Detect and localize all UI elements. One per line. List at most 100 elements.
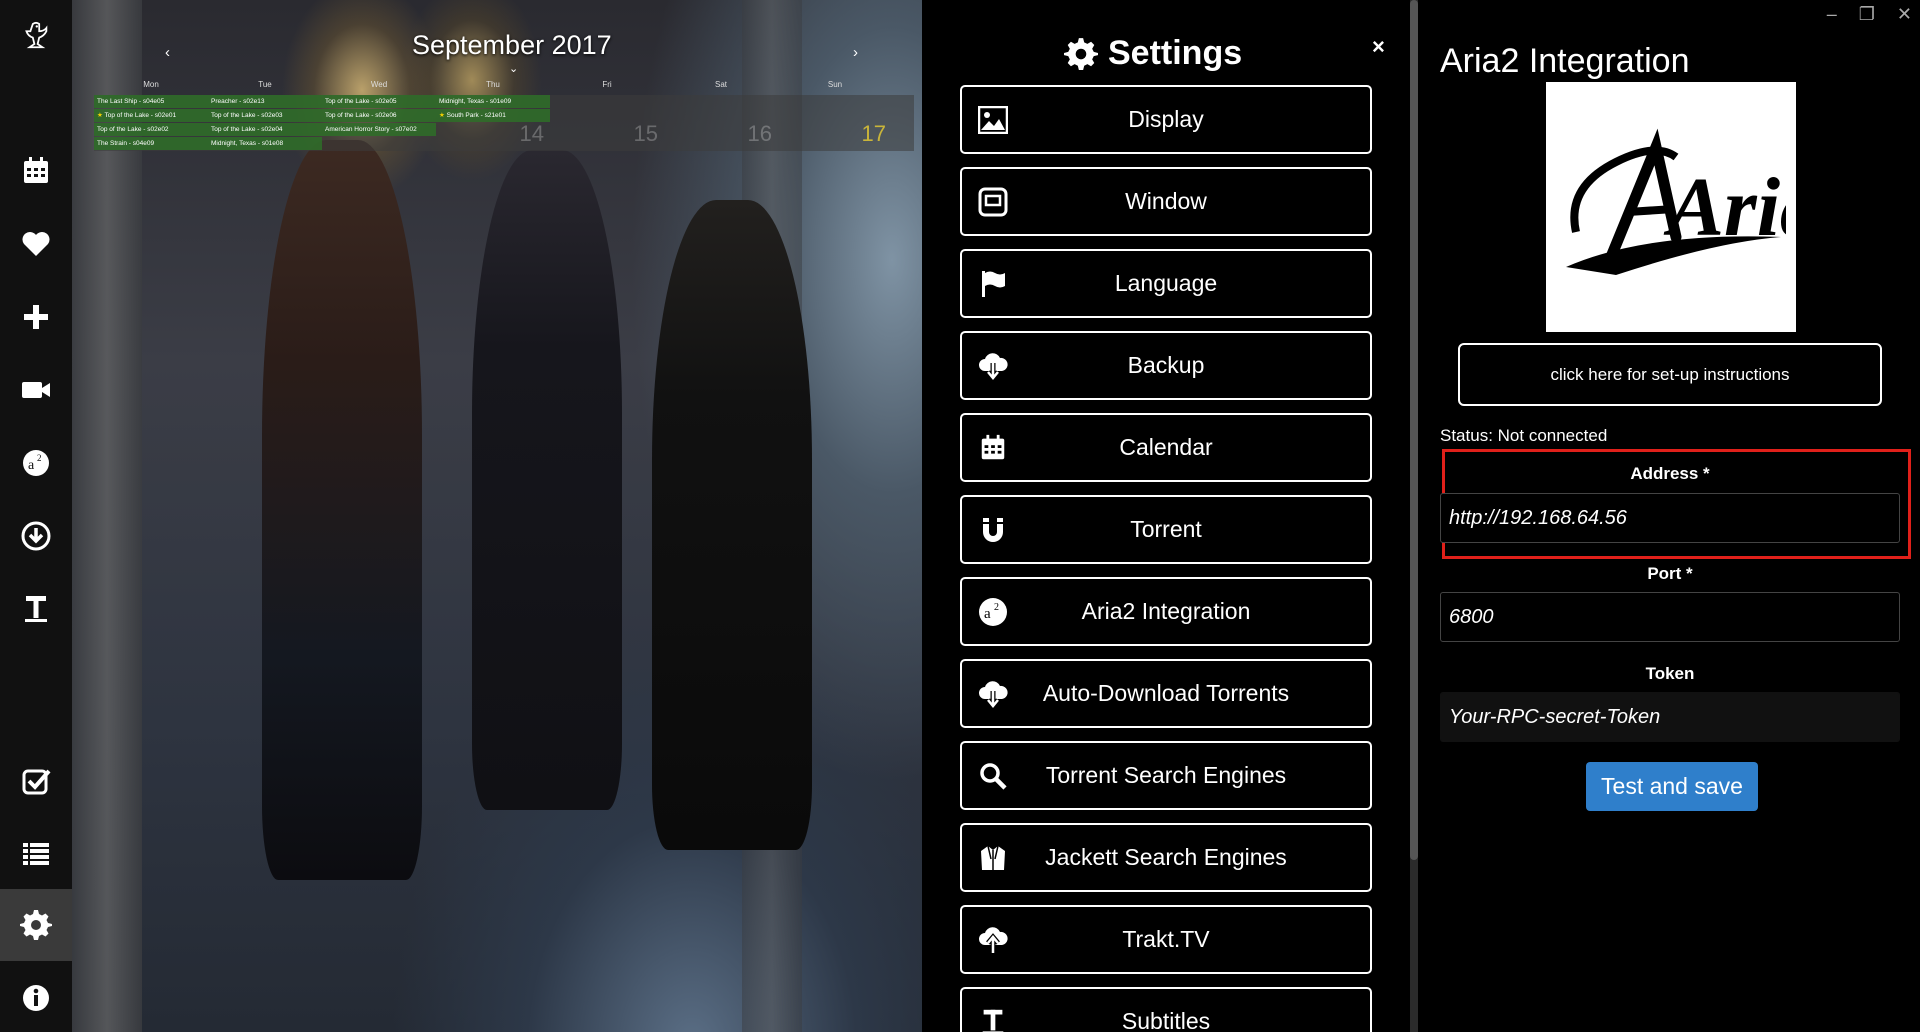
calendar-day-cell: Top of the Lake - s02e05 Top of the Lake…: [322, 95, 436, 151]
gear-icon: [1064, 37, 1098, 70]
settings-item-language[interactable]: Language: [960, 249, 1372, 318]
star-icon: ★: [97, 112, 105, 119]
day-number: 14: [519, 121, 544, 146]
settings-item-label: Backup: [1127, 352, 1205, 378]
settings-item-trakt[interactable]: Trakt.TV: [960, 905, 1372, 974]
aria2-panel: – ❐ ✕ Aria2 Integration Aria click here …: [1418, 0, 1920, 1032]
calendar-event[interactable]: Top of the Lake - s02e06: [322, 109, 436, 122]
test-and-save-button[interactable]: Test and save: [1586, 762, 1758, 811]
settings-item-label: Subtitles: [1121, 1008, 1211, 1032]
calendar-event[interactable]: The Strain - s04e09: [94, 137, 208, 150]
calendar-event[interactable]: Top of the Lake - s02e05: [322, 95, 436, 108]
info-icon[interactable]: [0, 962, 72, 1032]
minimize-icon[interactable]: –: [1827, 4, 1837, 25]
calendar-event[interactable]: Top of the Lake - s02e04: [208, 123, 322, 136]
calendar-event[interactable]: Preacher - s02e13: [208, 95, 322, 108]
address-field[interactable]: [1440, 493, 1900, 543]
day-header: Mon: [143, 80, 159, 89]
calendar-prev-button[interactable]: ‹: [165, 44, 170, 61]
settings-item-label: Torrent: [1130, 516, 1202, 542]
port-label: Port *: [1647, 564, 1693, 583]
calendar-next-button[interactable]: ›: [853, 44, 858, 61]
download-icon[interactable]: [0, 500, 72, 572]
settings-item-calendar[interactable]: Calendar: [960, 413, 1372, 482]
person-figure: [472, 150, 622, 810]
setup-instructions-button[interactable]: click here for set-up instructions: [1458, 343, 1882, 406]
settings-item-label: Trakt.TV: [1122, 926, 1210, 952]
video-camera-icon[interactable]: [0, 354, 72, 426]
calendar-icon[interactable]: [0, 135, 72, 207]
text-icon[interactable]: [0, 573, 72, 645]
settings-item-label: Calendar: [1119, 434, 1213, 460]
calendar-event[interactable]: ★ Top of the Lake - s02e01: [94, 109, 208, 122]
settings-item-backup[interactable]: Backup: [960, 331, 1372, 400]
calendar-day-cell: Preacher - s02e13 Top of the Lake - s02e…: [208, 95, 322, 151]
day-number: 16: [747, 121, 772, 146]
today-number: 17: [861, 121, 886, 146]
calendar-event[interactable]: American Horror Story - s07e02: [322, 123, 436, 136]
connection-status: Status: Not connected: [1440, 426, 1608, 445]
calendar-event[interactable]: Midnight, Texas - s01e09: [436, 95, 550, 108]
svg-text:Aria: Aria: [1663, 161, 1786, 254]
person-figure: [262, 140, 422, 880]
svg-text:2: 2: [37, 453, 42, 463]
calendar-day-cell: Midnight, Texas - s01e09 ★ South Park - …: [436, 95, 550, 151]
settings-item-label: Aria2 Integration: [1081, 598, 1251, 624]
settings-item-jackett[interactable]: Jackett Search Engines: [960, 823, 1372, 892]
token-label: Token: [1645, 664, 1695, 683]
calendar-event[interactable]: The Last Ship - s04e05: [94, 95, 208, 108]
calendar-grid: Mon Tue Wed Thu Fri Sat Sun The Last Shi…: [94, 80, 914, 151]
pillar: [72, 0, 142, 1032]
settings-item-display[interactable]: Display: [960, 85, 1372, 154]
svg-text:a: a: [28, 458, 35, 473]
aria-logo: Aria: [1546, 82, 1796, 332]
window-controls: – ❐ ✕: [1827, 4, 1912, 25]
settings-item-label: Display: [1128, 106, 1204, 132]
settings-item-aria2[interactable]: a2 Aria2 Integration: [960, 577, 1372, 646]
day-header: Sat: [714, 80, 727, 89]
calendar-week-row: The Last Ship - s04e05 ★ Top of the Lake…: [94, 95, 914, 151]
panel-title: Aria2 Integration: [1440, 42, 1690, 80]
app-window: a2 ‹ September 2017 ⌄ › Mon Tue Wed Thu …: [0, 0, 1920, 1032]
close-icon[interactable]: ×: [1372, 34, 1385, 60]
chevron-down-icon[interactable]: ⌄: [509, 62, 518, 75]
settings-item-torrent-search[interactable]: Torrent Search Engines: [960, 741, 1372, 810]
settings-menu: Settings × Display Window Language Backu…: [922, 0, 1406, 1032]
plus-icon[interactable]: [0, 281, 72, 353]
calendar-month-title: September 2017: [412, 30, 612, 60]
check-square-icon[interactable]: [0, 745, 72, 817]
aria2-icon[interactable]: a2: [0, 427, 72, 499]
settings-scrollbar-thumb[interactable]: [1410, 0, 1418, 860]
person-figure: [652, 200, 812, 850]
maximize-icon[interactable]: ❐: [1859, 4, 1875, 25]
day-header: Sun: [827, 80, 843, 89]
calendar-event[interactable]: Top of the Lake - s02e02: [94, 123, 208, 136]
settings-item-label: Language: [1114, 270, 1218, 296]
star-icon: ★: [439, 112, 447, 119]
day-number: 15: [633, 121, 658, 146]
close-icon[interactable]: ✕: [1897, 4, 1912, 25]
heart-icon[interactable]: [0, 208, 72, 280]
calendar-day-cell: 16: [664, 95, 778, 151]
settings-item-label: Auto-Download Torrents: [1042, 680, 1290, 706]
port-field[interactable]: [1440, 592, 1900, 642]
settings-item-label: Torrent Search Engines: [1045, 762, 1287, 788]
gear-icon[interactable]: [0, 889, 72, 961]
settings-item-auto-download[interactable]: Auto-Download Torrents: [960, 659, 1372, 728]
settings-title: Settings: [1064, 34, 1242, 73]
background-image: ‹ September 2017 ⌄ › Mon Tue Wed Thu Fri…: [72, 0, 922, 1032]
settings-item-subtitles[interactable]: Subtitles: [960, 987, 1372, 1032]
day-header: Tue: [258, 80, 272, 89]
settings-item-label: Jackett Search Engines: [1045, 844, 1287, 870]
settings-title-text: Settings: [1108, 34, 1243, 72]
list-icon[interactable]: [0, 818, 72, 890]
settings-item-window[interactable]: Window: [960, 167, 1372, 236]
token-field[interactable]: [1440, 692, 1900, 742]
calendar-event[interactable]: Midnight, Texas - s01e08: [208, 137, 322, 150]
calendar-day-cell: The Last Ship - s04e05 ★ Top of the Lake…: [94, 95, 208, 151]
settings-item-torrent[interactable]: Torrent: [960, 495, 1372, 564]
logo-bird-icon[interactable]: [0, 0, 72, 72]
settings-item-label: Window: [1125, 188, 1207, 214]
sidebar-rail: a2: [0, 0, 72, 1032]
calendar-event[interactable]: Top of the Lake - s02e03: [208, 109, 322, 122]
